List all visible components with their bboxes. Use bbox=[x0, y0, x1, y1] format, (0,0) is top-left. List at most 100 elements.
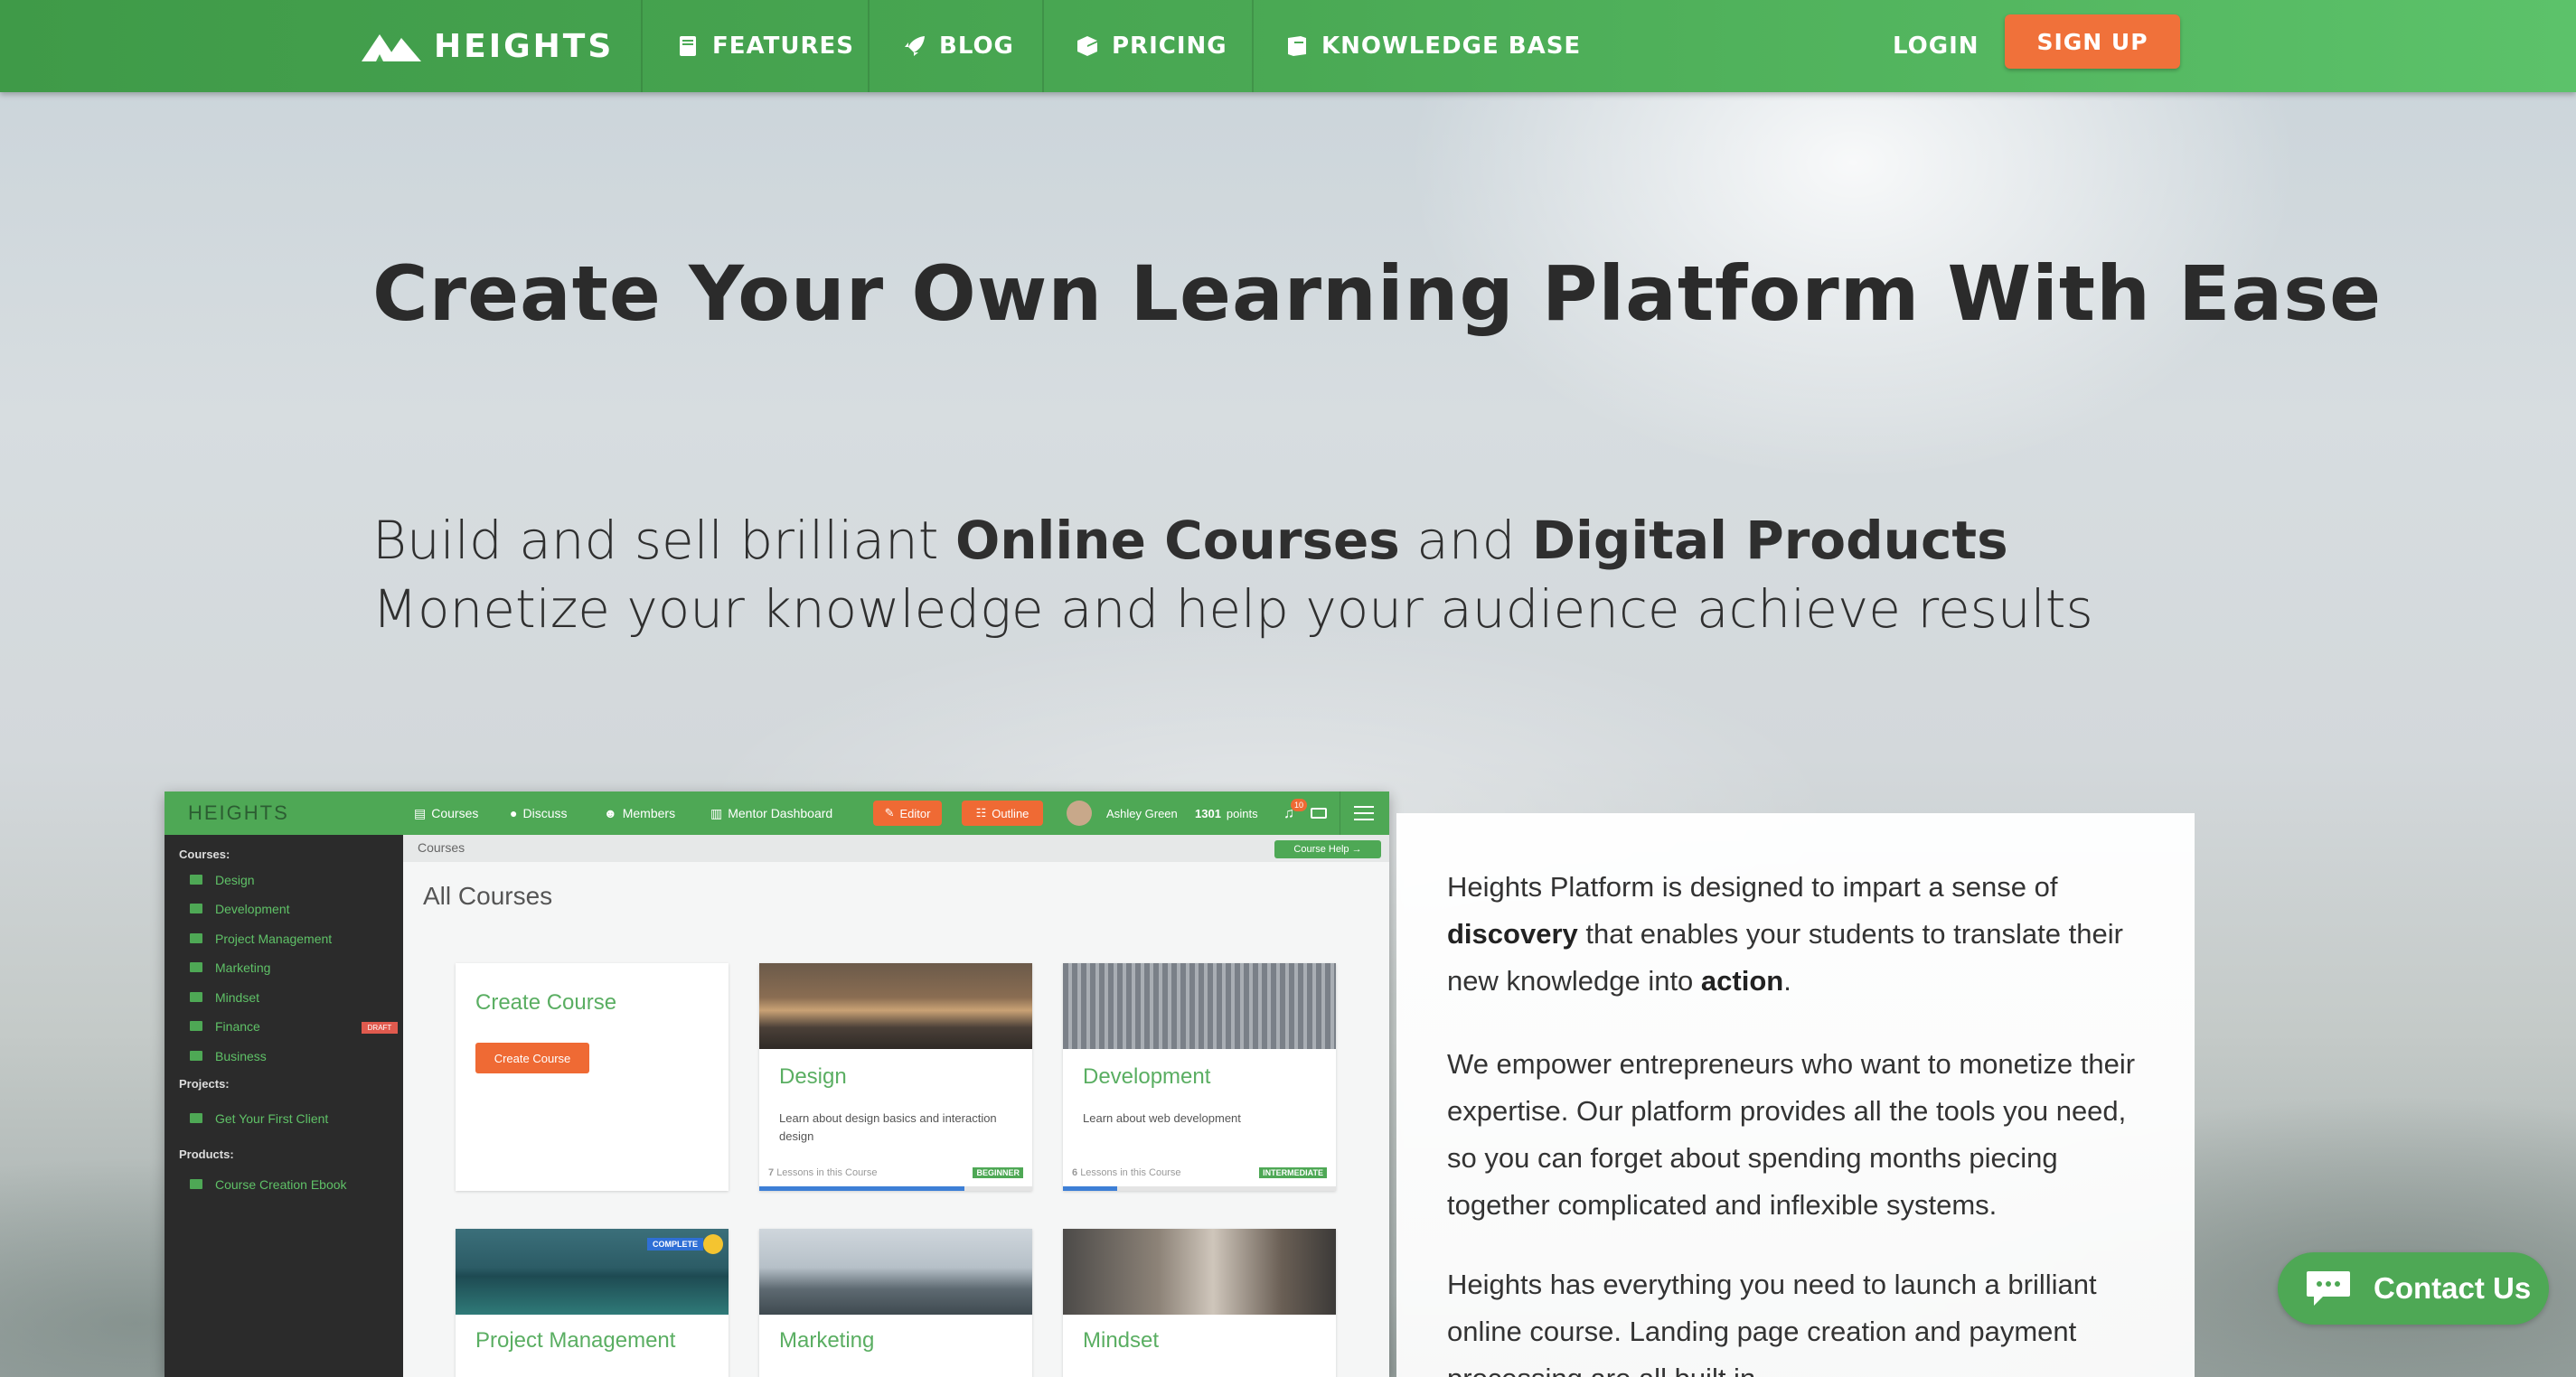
course-card-development: Development Learn about web development … bbox=[1063, 963, 1336, 1191]
panel-text: . bbox=[1783, 965, 1791, 997]
sidebar-heading-projects: Projects: bbox=[179, 1077, 230, 1091]
mockup-avatar bbox=[1067, 801, 1092, 826]
mockup-brand: HEIGHTS bbox=[188, 801, 289, 824]
chat-icon: ● bbox=[510, 806, 518, 820]
hamburger-menu-icon bbox=[1354, 806, 1374, 820]
nav-knowledge-base-label: KNOWLEDGE BASE bbox=[1321, 33, 1582, 60]
contact-us-label: Contact Us bbox=[2374, 1271, 2532, 1305]
nav-features-label: FEATURES bbox=[712, 33, 854, 60]
level-badge: BEGINNER bbox=[973, 1167, 1023, 1178]
course-progress bbox=[759, 1186, 1032, 1191]
course-title: Project Management bbox=[475, 1328, 676, 1353]
nav-features[interactable]: FEATURES bbox=[676, 0, 854, 92]
app-screenshot-mockup: HEIGHTS ▤ Courses ● Discuss ☻ Members ▥ Ment… bbox=[165, 792, 1389, 1377]
course-description: Learn about design basics and interactio… bbox=[779, 1111, 997, 1143]
create-course-card: Create Course Create Course bbox=[456, 963, 729, 1191]
contact-us-button[interactable]: Contact Us bbox=[2278, 1252, 2549, 1325]
brand-name: HEIGHTS bbox=[434, 27, 615, 65]
pencil-icon: ✎ bbox=[884, 806, 895, 820]
course-title: Design bbox=[779, 1064, 847, 1089]
mockup-nav-label: Members bbox=[622, 806, 676, 820]
mockup-nav-label: Courses bbox=[431, 806, 479, 820]
mockup-outline-label: Outline bbox=[992, 806, 1029, 820]
course-progress bbox=[1063, 1186, 1336, 1191]
book-open-icon bbox=[1288, 36, 1306, 56]
inbox-icon bbox=[1311, 808, 1327, 819]
users-icon: ☻ bbox=[604, 806, 617, 820]
hero-sub-line-2: Monetize your knowledge and help your au… bbox=[372, 578, 2093, 640]
mockup-nav-mentor: ▥ Mentor Dashboard bbox=[710, 792, 832, 835]
signup-button[interactable]: SIGN UP bbox=[2005, 14, 2180, 69]
mockup-editor-label: Editor bbox=[899, 806, 931, 820]
star-badge-icon bbox=[703, 1234, 723, 1254]
cube-icon bbox=[1077, 36, 1097, 56]
sitemap-icon: ☷ bbox=[975, 806, 987, 820]
lessons-count: 6 bbox=[1072, 1167, 1078, 1178]
course-title: Development bbox=[1083, 1064, 1211, 1089]
create-course-title: Create Course bbox=[475, 990, 617, 1015]
brand-logo[interactable]: HEIGHTS bbox=[362, 0, 614, 92]
course-progress-fill bbox=[1063, 1186, 1118, 1191]
course-title: Marketing bbox=[779, 1328, 875, 1353]
course-title: Mindset bbox=[1083, 1328, 1160, 1353]
mockup-all-courses-title: All Courses bbox=[423, 882, 553, 910]
nav-divider bbox=[1042, 0, 1044, 92]
nav-knowledge-base[interactable]: KNOWLEDGE BASE bbox=[1285, 0, 1581, 92]
mockup-editor-button: ✎ Editor bbox=[873, 801, 942, 826]
sub-text: Build and sell brilliant bbox=[372, 510, 955, 571]
sidebar-heading-products: Products: bbox=[179, 1148, 234, 1161]
course-image-street bbox=[759, 963, 1032, 1049]
course-help-label: Course Help bbox=[1293, 844, 1349, 855]
top-navbar: HEIGHTS FEATURES BLOG PRICING KNOWLEDGE … bbox=[0, 0, 2576, 92]
hero-headline: Create Your Own Learning Platform With E… bbox=[372, 249, 2383, 338]
sub-emphasis: Online Courses bbox=[954, 510, 1400, 571]
mockup-course-help-button: Course Help → bbox=[1274, 840, 1381, 858]
chart-icon: ▥ bbox=[710, 805, 723, 820]
create-course-button: Create Course bbox=[475, 1043, 589, 1073]
hero-sub-line-1: Build and sell brilliant Online Courses … bbox=[372, 506, 2093, 575]
panel-text: Heights Platform is designed to impart a… bbox=[1447, 871, 2058, 903]
folder-icon bbox=[190, 933, 202, 943]
mockup-topbar: HEIGHTS ▤ Courses ● Discuss ☻ Members ▥ Ment… bbox=[165, 792, 1389, 835]
panel-paragraph-2: We empower entrepreneurs who want to mon… bbox=[1447, 1048, 2136, 1221]
complete-badge: COMPLETE bbox=[646, 1238, 703, 1251]
mockup-nav-label: Discuss bbox=[522, 806, 568, 820]
mockup-nav-members: ☻ Members bbox=[604, 792, 675, 835]
mockup-sidebar: Courses: Design Development Project Mana… bbox=[165, 835, 403, 1377]
sidebar-product: Course Creation Ebook bbox=[215, 1177, 347, 1192]
nav-divider bbox=[868, 0, 870, 92]
mockup-points: 1301 points bbox=[1195, 792, 1258, 835]
folder-icon bbox=[190, 875, 202, 885]
sub-emphasis: Digital Products bbox=[1531, 510, 2008, 571]
level-badge: INTERMEDIATE bbox=[1259, 1167, 1327, 1178]
nav-pricing[interactable]: PRICING bbox=[1076, 0, 1227, 92]
panel-paragraph-1: Heights Platform is designed to impart a… bbox=[1447, 864, 2161, 1005]
course-card-mindset: Mindset bbox=[1063, 1229, 1336, 1377]
course-card-marketing: Marketing bbox=[759, 1229, 1032, 1377]
sub-text: and bbox=[1399, 510, 1532, 571]
mockup-nav-discuss: ● Discuss bbox=[510, 792, 567, 835]
course-image-building bbox=[1063, 963, 1336, 1049]
cube-icon bbox=[190, 1179, 202, 1189]
login-link[interactable]: LOGIN bbox=[1893, 0, 1979, 92]
folder-icon bbox=[190, 1021, 202, 1031]
course-image-skyline bbox=[759, 1229, 1032, 1315]
sidebar-course: Project Management bbox=[215, 932, 333, 946]
course-lessons: 7 Lessons in this Course bbox=[768, 1167, 877, 1178]
description-panel: Heights Platform is designed to impart a… bbox=[1396, 813, 2195, 1377]
sidebar-project: Get Your First Client bbox=[215, 1111, 329, 1126]
nav-blog[interactable]: BLOG bbox=[903, 0, 1014, 92]
mockup-points-label: points bbox=[1226, 806, 1258, 820]
mockup-breadcrumb: Courses bbox=[403, 835, 1389, 862]
sidebar-course: Finance bbox=[215, 1019, 260, 1034]
mockup-nav-label: Mentor Dashboard bbox=[728, 806, 833, 820]
sidebar-course: Design bbox=[215, 873, 255, 887]
sidebar-heading-courses: Courses: bbox=[179, 848, 230, 861]
hero-subheadline: Build and sell brilliant Online Courses … bbox=[372, 506, 2093, 643]
lessons-label: Lessons in this Course bbox=[1080, 1167, 1181, 1178]
lessons-label: Lessons in this Course bbox=[776, 1167, 878, 1178]
briefcase-icon bbox=[190, 1113, 202, 1123]
panel-emphasis: discovery bbox=[1447, 918, 1578, 950]
folder-icon bbox=[190, 992, 202, 1002]
notification-badge: 10 bbox=[1291, 799, 1307, 811]
